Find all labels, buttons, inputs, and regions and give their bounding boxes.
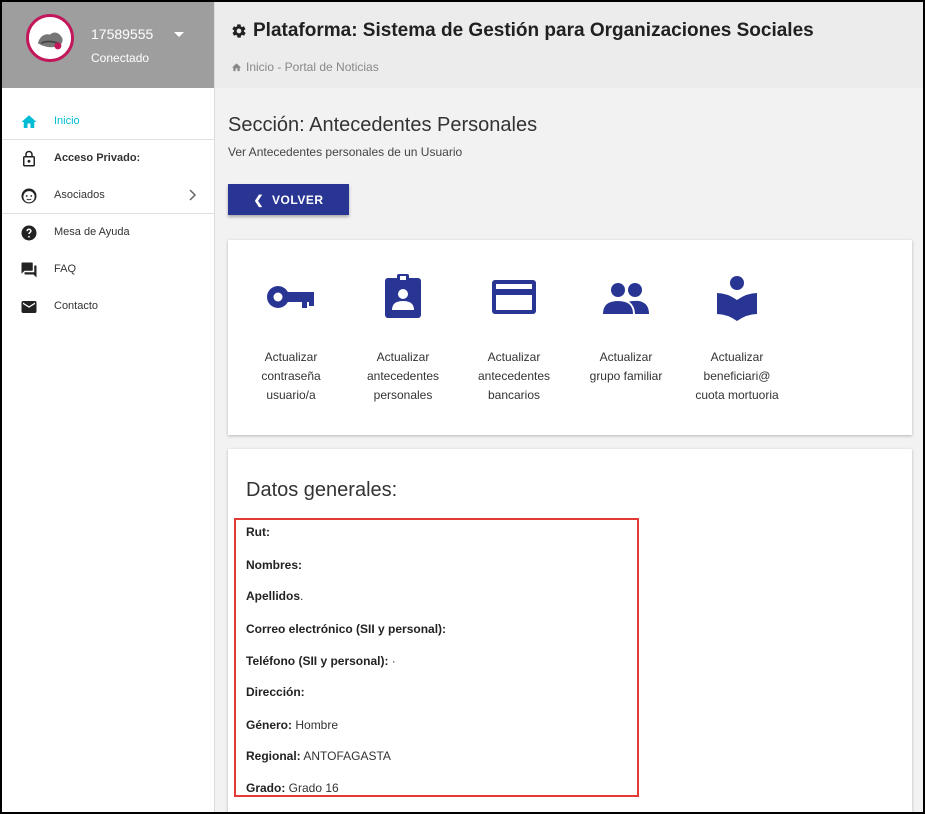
sidebar-item-acceso-privado: Acceso Privado: [2, 140, 214, 177]
caret-down-icon[interactable] [174, 32, 184, 37]
app-window: 17589555 Conectado Inicio Acceso Privado… [2, 2, 923, 812]
field-direccion: Dirección: [246, 685, 305, 699]
sidebar: 17589555 Conectado Inicio Acceso Privado… [2, 2, 215, 812]
chevron-left-icon: ❮ [253, 192, 265, 207]
sidebar-item-label: Acceso Privado: [54, 152, 141, 164]
action-label-line: usuario/a [266, 388, 316, 402]
action-label-line: Actualizar [710, 350, 764, 364]
face-icon [21, 188, 37, 204]
mail-icon [21, 301, 37, 313]
lock-icon [23, 150, 35, 167]
breadcrumb[interactable]: Inicio - Portal de Noticias [231, 60, 379, 74]
user-header[interactable]: 17589555 Conectado [2, 2, 214, 88]
book-reader-icon [717, 276, 757, 321]
field-nombres: Nombres: [246, 558, 303, 572]
action-label-line: antecedentes [366, 369, 440, 383]
back-button-label: VOLVER [272, 192, 324, 207]
update-password-action[interactable]: Actualizar contraseña usuario/a [236, 270, 346, 405]
sidebar-item-label: Inicio [54, 115, 80, 127]
action-label-line: grupo familiar [589, 369, 663, 383]
sidebar-menu: Inicio Acceso Privado: Asociados Mesa de… [2, 103, 214, 325]
field-regional: Regional: ANTOFAGASTA [246, 749, 391, 763]
forum-icon [21, 262, 37, 278]
top-header: Plataforma: Sistema de Gestión para Orga… [215, 2, 923, 88]
field-correo: Correo electrónico (SII y personal): [246, 622, 447, 636]
field-genero: Género: Hombre [246, 718, 339, 732]
actions-card: Actualizar contraseña usuario/a Actualiz… [228, 240, 912, 435]
action-label-line: Actualizar [264, 350, 318, 364]
section-title: Sección: Antecedentes Personales [228, 114, 538, 136]
field-rut: Rut: [246, 525, 270, 539]
gear-icon [232, 24, 246, 38]
sidebar-item-label: Contacto [54, 300, 99, 312]
badge-icon [385, 274, 421, 318]
action-label-line: beneficiari@ [703, 369, 771, 383]
avatar [26, 14, 74, 62]
back-button[interactable]: ❮ VOLVER [228, 184, 349, 215]
page-title: Plataforma: Sistema de Gestión para Orga… [231, 20, 814, 42]
sidebar-item-label: FAQ [54, 263, 77, 275]
user-id: 17589555 [91, 26, 154, 42]
people-icon [603, 283, 649, 314]
sidebar-item-asociados[interactable]: Asociados [2, 177, 214, 214]
credit-card-icon [492, 280, 536, 314]
datos-generales-card: Datos generales: Rut: Nombres: Apellidos… [228, 449, 912, 812]
action-label-line: antecedentes [477, 369, 551, 383]
update-beneficiary-action[interactable]: Actualizar beneficiari@ cuota mortuoria [682, 270, 792, 405]
action-label-line: contraseña [261, 369, 321, 383]
action-label-line: Actualizar [376, 350, 430, 364]
sidebar-item-inicio[interactable]: Inicio [2, 103, 214, 140]
sidebar-item-label: Asociados [54, 189, 105, 201]
action-label-line: Actualizar [599, 350, 653, 364]
update-personal-action[interactable]: Actualizar antecedentes personales [348, 270, 458, 405]
section-subtitle: Ver Antecedentes personales de un Usuari… [228, 145, 463, 159]
home-icon [21, 115, 37, 128]
sidebar-item-contacto[interactable]: Contacto [2, 288, 214, 325]
home-icon [231, 62, 242, 71]
breadcrumb-text: Inicio - Portal de Noticias [246, 60, 379, 74]
action-label-line: cuota mortuoria [695, 388, 779, 402]
update-family-action[interactable]: Actualizar grupo familiar [571, 270, 681, 386]
chevron-right-icon [189, 189, 197, 201]
field-grado: Grado: Grado 16 [246, 781, 339, 795]
sidebar-item-faq[interactable]: FAQ [2, 251, 214, 288]
user-status: Conectado [91, 51, 150, 65]
update-banking-action[interactable]: Actualizar antecedentes bancarios [459, 270, 569, 405]
action-label-line: bancarios [487, 388, 541, 402]
action-label-line: Actualizar [487, 350, 541, 364]
field-apellidos: Apellidos. [246, 589, 304, 603]
field-telefono: Teléfono (SII y personal): · [246, 654, 396, 668]
sidebar-item-mesa-de-ayuda[interactable]: Mesa de Ayuda [2, 214, 214, 251]
key-icon [267, 286, 314, 308]
platform-title-text: Plataforma: Sistema de Gestión para Orga… [253, 20, 814, 41]
help-icon [21, 225, 37, 241]
datos-title: Datos generales: [246, 479, 398, 501]
sidebar-item-label: Mesa de Ayuda [54, 226, 130, 238]
action-label-line: personales [373, 388, 433, 402]
